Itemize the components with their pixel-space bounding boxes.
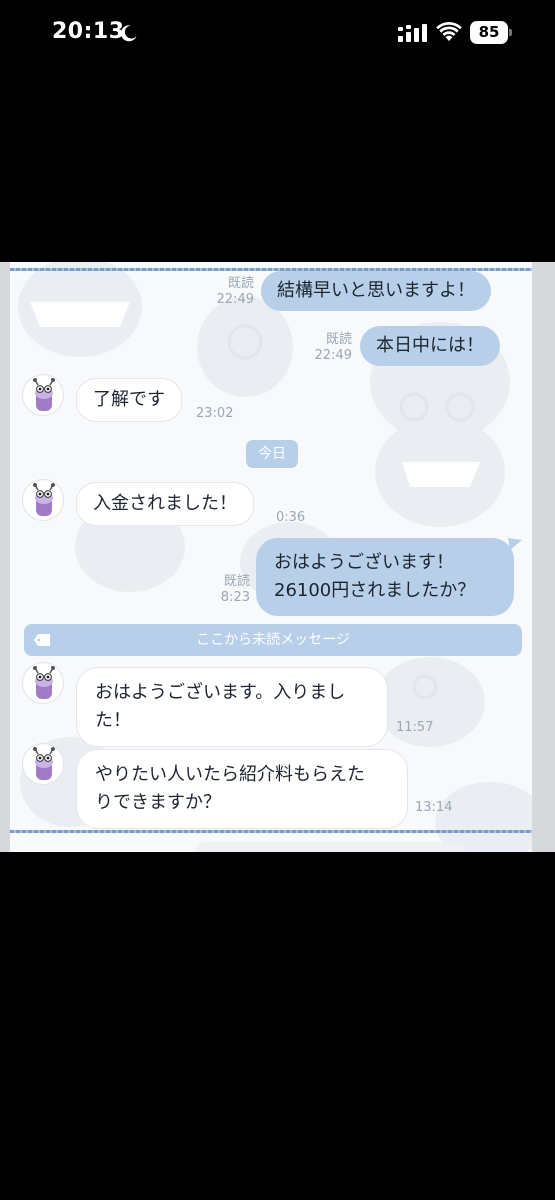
message-meta: 既読 22:49	[210, 276, 254, 308]
chat-panel[interactable]: 既読 22:49 結構早いと思いますよ！ 既読 22:49 本日中には！ 了解で…	[10, 262, 532, 852]
monster-avatar-icon	[33, 483, 55, 516]
message-time: 0:36	[276, 510, 306, 525]
partial-element-below	[195, 842, 465, 852]
monster-avatar-icon	[33, 747, 55, 780]
avatar[interactable]	[22, 374, 64, 416]
date-divider: 今日	[246, 440, 298, 468]
avatar[interactable]	[22, 479, 64, 521]
bubble-tail	[508, 538, 522, 550]
status-time: 20:13	[52, 19, 125, 44]
message-meta: 11:57	[396, 720, 440, 736]
status-bar: 20:13 85	[0, 0, 555, 66]
message-time: 11:57	[396, 720, 434, 735]
bottom-border	[10, 830, 532, 833]
message-text-line: やりたい人いたら紹介料もらえた	[95, 764, 365, 785]
message-text-line: りできますか？	[95, 792, 221, 813]
monster-avatar-icon	[33, 378, 55, 411]
message-text-line: た！	[95, 710, 131, 731]
signal-icon	[398, 24, 427, 42]
message-bubble-incoming[interactable]: おはようございます。入りまし た！	[76, 667, 388, 747]
monster-avatar-icon	[33, 666, 55, 699]
battery-tip	[509, 29, 512, 36]
message-text: 結構早いと思いますよ！	[277, 280, 475, 301]
message-time: 8:23	[220, 590, 250, 605]
message-meta: 13:14	[415, 800, 459, 816]
message-text: 入金されました！	[93, 493, 237, 514]
message-bubble-outgoing[interactable]: 結構早いと思いますよ！	[261, 271, 491, 311]
message-meta: 0:36	[276, 510, 320, 526]
avatar[interactable]	[22, 662, 64, 704]
wifi-icon	[436, 21, 462, 41]
message-meta: 23:02	[196, 406, 240, 422]
read-receipt: 既読	[227, 276, 254, 291]
message-text-line: 26100円されましたか？	[274, 580, 476, 601]
message-time: 13:14	[415, 800, 453, 815]
message-bubble-incoming[interactable]: 入金されました！	[76, 482, 254, 526]
message-bubble-incoming[interactable]: 了解です	[76, 378, 182, 422]
read-receipt: 既読	[223, 574, 250, 589]
message-text: 本日中には！	[376, 335, 484, 356]
tag-icon	[34, 634, 50, 646]
message-time: 22:49	[314, 348, 352, 363]
message-bubble-outgoing[interactable]: おはようございます！ 26100円されましたか？	[256, 538, 514, 616]
message-bubble-outgoing[interactable]: 本日中には！	[360, 326, 500, 366]
unread-divider-label: ここから未読メッセージ	[196, 632, 350, 648]
unread-messages-divider: ここから未読メッセージ	[24, 624, 522, 656]
battery-icon: 85	[470, 21, 512, 44]
message-text-line: おはようございます。入りまし	[95, 682, 346, 703]
message-time: 22:49	[216, 292, 254, 307]
moon-icon	[120, 25, 137, 42]
chat-screenshot: 既読 22:49 結構早いと思いますよ！ 既読 22:49 本日中には！ 了解で…	[0, 262, 555, 852]
battery-level: 85	[470, 21, 508, 44]
message-meta: 既読 8:23	[206, 574, 250, 606]
read-receipt: 既読	[325, 332, 352, 347]
message-text: 了解です	[93, 389, 165, 410]
message-time: 23:02	[196, 406, 234, 421]
message-bubble-incoming[interactable]: やりたい人いたら紹介料もらえた りできますか？	[76, 749, 408, 829]
message-meta: 既読 22:49	[308, 332, 352, 364]
message-text-line: おはようございます！	[274, 552, 454, 573]
avatar[interactable]	[22, 743, 64, 785]
